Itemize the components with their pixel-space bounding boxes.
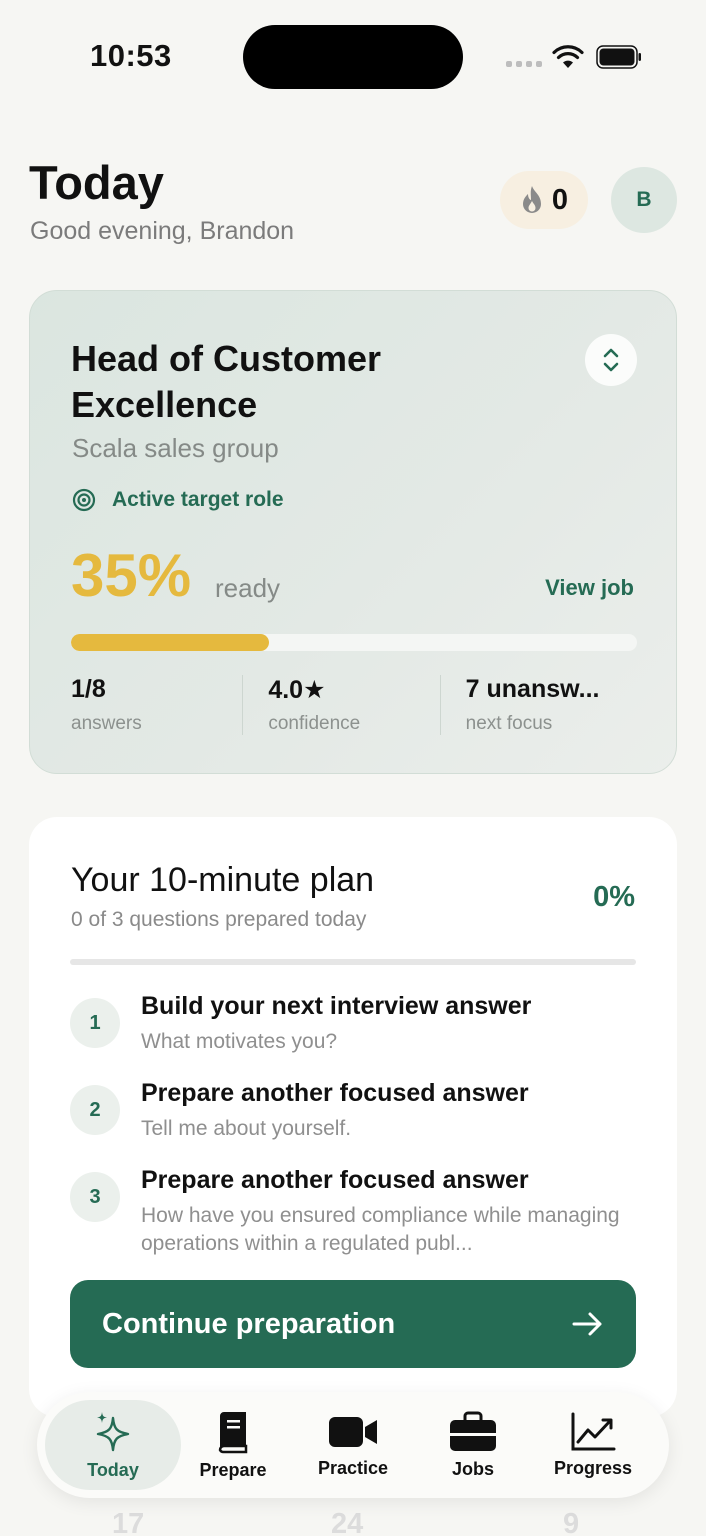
battery-icon	[596, 45, 641, 69]
page-title: Today	[29, 156, 164, 209]
stat-value: 7 unansw...	[465, 675, 600, 703]
background-number: 17	[112, 1508, 145, 1536]
role-switch-button[interactable]	[585, 334, 637, 386]
arrow-right-icon	[572, 1312, 602, 1336]
readiness-percentage: 35%	[71, 542, 192, 609]
role-company: Scala sales group	[72, 433, 279, 463]
chevron-up-down-icon	[603, 348, 619, 372]
briefcase-icon	[450, 1411, 496, 1451]
tab-prepare[interactable]: Prepare	[183, 1400, 283, 1490]
streak-badge[interactable]: 0	[500, 171, 588, 229]
tab-label: Progress	[553, 1457, 633, 1478]
cellular-signal-icon	[506, 61, 542, 67]
avatar[interactable]: B	[611, 167, 677, 233]
tab-label: Practice	[317, 1457, 389, 1478]
view-job-link[interactable]: View job	[545, 575, 634, 601]
plan-item-title: Prepare another focused answer	[141, 1079, 529, 1107]
stat-label: answers	[71, 713, 142, 734]
flame-icon	[522, 186, 541, 213]
tab-progress[interactable]: Progress	[543, 1400, 643, 1490]
video-camera-icon	[329, 1416, 377, 1447]
plan-item-question: How have you ensured compliance while ma…	[141, 1204, 620, 1255]
continue-preparation-button[interactable]: Continue preparation	[70, 1280, 636, 1368]
stat-label: next focus	[465, 713, 553, 734]
chart-line-icon	[571, 1412, 616, 1450]
role-title: Head of Customer Excellence	[71, 338, 382, 425]
stat-next-focus: 7 unansw... next focus	[439, 675, 637, 735]
streak-count: 0	[551, 183, 569, 216]
tab-practice[interactable]: Practice	[303, 1400, 403, 1490]
plan-progress-bar	[70, 959, 636, 965]
tab-label: Jobs	[451, 1458, 494, 1479]
readiness-label: ready	[215, 573, 281, 603]
plan-item-number: 3	[70, 1172, 120, 1222]
stat-label: confidence	[268, 713, 361, 734]
plan-item-title: Prepare another focused answer	[141, 1166, 529, 1194]
target-icon	[72, 488, 96, 512]
book-icon	[218, 1411, 248, 1453]
tab-bar: Today Prepare Practice Jobs Progress	[37, 1392, 669, 1498]
background-number: 24	[331, 1508, 364, 1536]
stat-answers: 1/8 answers	[71, 675, 242, 735]
daily-plan-card: Your 10-minute plan 0 of 3 questions pre…	[29, 817, 677, 1417]
wifi-icon	[552, 45, 584, 68]
plan-subtitle: 0 of 3 questions prepared today	[71, 908, 367, 931]
plan-item-number: 2	[70, 1085, 120, 1135]
plan-item-number: 1	[70, 998, 120, 1048]
active-target-label: Active target role	[112, 488, 284, 511]
greeting: Good evening, Brandon	[30, 217, 295, 245]
status-time: 10:53	[90, 38, 172, 73]
dynamic-island	[243, 25, 463, 89]
plan-title: Your 10-minute plan	[71, 861, 375, 899]
plan-progress-percentage: 0%	[593, 881, 635, 913]
plan-item-question: Tell me about yourself.	[141, 1117, 352, 1140]
stat-value: 1/8	[71, 675, 106, 703]
tab-jobs[interactable]: Jobs	[423, 1400, 523, 1490]
sparkles-icon	[96, 1411, 130, 1451]
readiness-progress-fill	[71, 634, 270, 651]
tab-today[interactable]: Today	[45, 1400, 181, 1490]
continue-button-label: Continue preparation	[102, 1307, 396, 1340]
tab-label: Prepare	[199, 1459, 267, 1480]
active-target-indicator: Active target role	[72, 488, 284, 512]
plan-item-title: Build your next interview answer	[141, 992, 532, 1020]
background-number: 9	[563, 1508, 580, 1536]
readiness-progress-bar	[71, 634, 637, 651]
target-role-card[interactable]: Head of Customer Excellence Scala sales …	[29, 290, 677, 774]
stat-confidence: 4.0★ confidence	[242, 675, 439, 735]
plan-item-question: What motivates you?	[141, 1030, 338, 1053]
role-stats: 1/8 answers 4.0★ confidence 7 unansw... …	[71, 675, 637, 735]
stat-value: 4.0★	[268, 676, 326, 704]
tab-label: Today	[87, 1459, 139, 1480]
